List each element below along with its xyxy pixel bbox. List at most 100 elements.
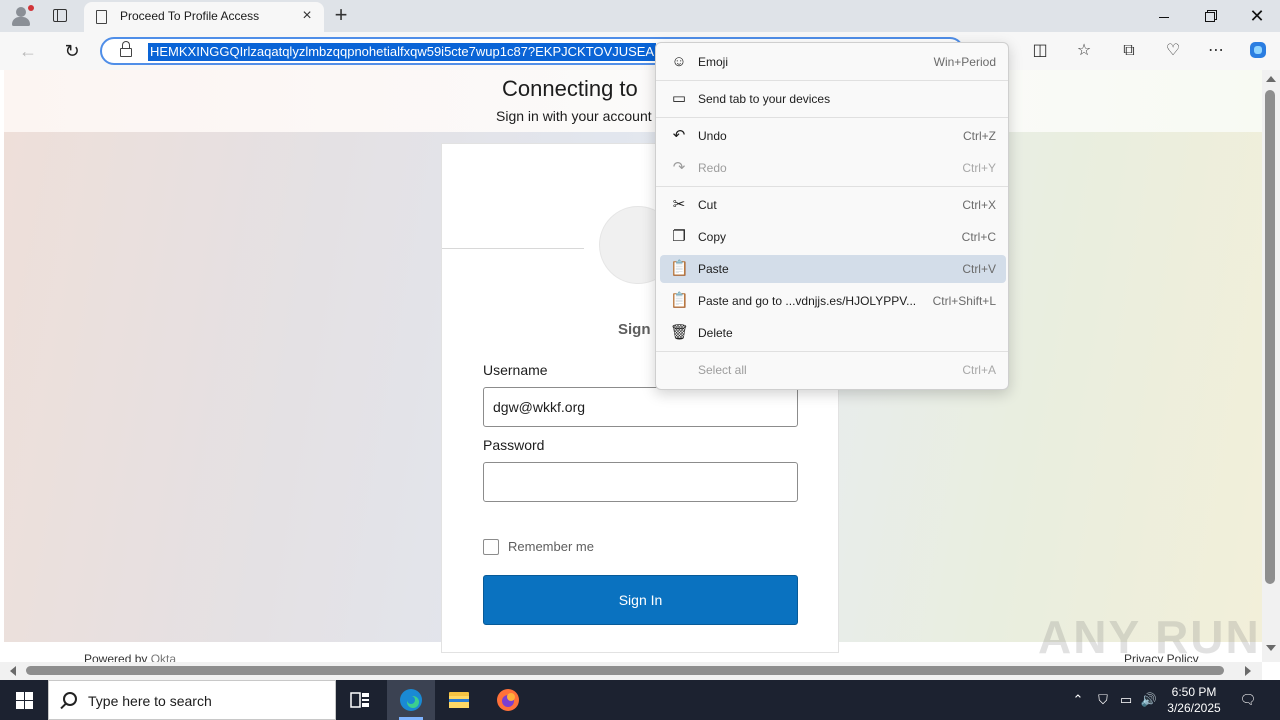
menu-item-paste-and-go[interactable]: 📋 Paste and go to ...vdnjjs.es/HJOLYPPV.…	[660, 287, 1006, 315]
menu-item-shortcut: Win+Period	[933, 55, 996, 69]
vertical-scroll-thumb[interactable]	[1265, 90, 1275, 584]
taskbar-search[interactable]: Type here to search	[48, 680, 336, 720]
notifications-icon[interactable]: 🗨	[1238, 692, 1258, 708]
task-view-icon[interactable]	[336, 680, 384, 720]
volume-icon[interactable]: 🔊	[1140, 692, 1158, 708]
username-field[interactable]	[483, 387, 798, 427]
clipboard-go-icon: 📋	[670, 292, 689, 309]
undo-icon: ↶	[672, 127, 686, 144]
network-icon[interactable]: ▭	[1117, 692, 1135, 708]
redo-icon: ↷	[672, 159, 686, 176]
trash-icon: 🗑	[670, 324, 690, 341]
web-viewport: Connecting to Sign in with your account …	[0, 70, 1280, 680]
clock[interactable]: 6:50 PM 3/26/2025	[1158, 684, 1230, 716]
favorites-icon[interactable]: ☆	[1072, 39, 1096, 63]
windows-start-icon[interactable]	[0, 680, 48, 720]
horizontal-scrollbar[interactable]	[0, 662, 1262, 680]
username-label: Username	[483, 362, 548, 378]
scroll-right-icon[interactable]	[1245, 666, 1251, 676]
browser-toolbar: ← ↻ HEMKXINGGQIrlzaqatqlyzlmbzqqpnohetia…	[0, 32, 1280, 70]
collections-icon[interactable]: ⧉	[1117, 39, 1141, 63]
menu-item-emoji[interactable]: ☺ Emoji Win+Period	[660, 48, 1006, 76]
context-menu: ☺ Emoji Win+Period ▭ Send tab to your de…	[655, 42, 1009, 390]
browser-essentials-icon[interactable]: ♡	[1161, 39, 1185, 63]
firefox-icon[interactable]	[484, 680, 532, 720]
edge-icon[interactable]	[387, 680, 435, 720]
menu-item-select-all: Select all Ctrl+A	[660, 356, 1006, 384]
password-label: Password	[483, 437, 545, 453]
menu-item-copy[interactable]: ❐ Copy Ctrl+C	[660, 223, 1006, 251]
menu-item-label: Delete	[698, 326, 733, 340]
lock-icon[interactable]	[120, 41, 132, 57]
tab-active[interactable]: Proceed To Profile Access ×	[84, 2, 324, 32]
menu-item-shortcut: Ctrl+Y	[962, 161, 996, 175]
menu-item-shortcut: Ctrl+X	[962, 198, 996, 212]
menu-item-label: Select all	[698, 363, 747, 377]
page-subtitle: Sign in with your account	[496, 108, 652, 124]
scissors-icon: ✂	[672, 196, 686, 213]
remember-me-checkbox[interactable]	[483, 539, 499, 555]
show-hidden-icons-icon[interactable]: ⌃	[1070, 692, 1086, 708]
search-icon	[63, 692, 77, 706]
new-tab-button[interactable]: +	[330, 4, 352, 26]
reload-icon[interactable]: ↻	[58, 37, 86, 65]
tab-close-icon[interactable]: ×	[298, 7, 316, 25]
menu-item-paste[interactable]: 📋 Paste Ctrl+V	[660, 255, 1006, 283]
close-window-button[interactable]: ✕	[1234, 0, 1280, 32]
menu-item-shortcut: Ctrl+Shift+L	[932, 294, 996, 308]
clipboard-icon: 📋	[670, 260, 689, 277]
horizontal-scroll-thumb[interactable]	[26, 666, 1224, 675]
menu-item-label: Cut	[698, 198, 717, 212]
menu-item-shortcut: Ctrl+C	[961, 230, 996, 244]
anyrun-watermark: ANY RUN	[1038, 611, 1261, 663]
menu-item-shortcut: Ctrl+A	[962, 363, 996, 377]
menu-item-label: Emoji	[698, 55, 729, 69]
tab-title: Proceed To Profile Access	[120, 9, 260, 23]
password-field[interactable]	[483, 462, 798, 502]
copy-icon: ❐	[672, 228, 686, 245]
menu-item-cut[interactable]: ✂ Cut Ctrl+X	[660, 191, 1006, 219]
scroll-up-icon[interactable]	[1266, 76, 1276, 82]
menu-separator	[656, 80, 1008, 81]
minimize-button[interactable]	[1141, 0, 1187, 32]
taskbar: Type here to search ⌃ ⛉ ▭ 🔊 6:50 PM 3/26…	[0, 680, 1280, 720]
menu-item-label: Copy	[698, 230, 727, 244]
remember-me-label[interactable]: Remember me	[508, 539, 594, 554]
more-icon[interactable]: ⋯	[1204, 39, 1228, 63]
menu-item-label: Redo	[698, 161, 727, 175]
scroll-left-icon[interactable]	[10, 666, 16, 676]
url-text[interactable]: HEMKXINGGQIrlzaqatqlyzlmbzqqpnohetialfxq…	[148, 43, 657, 61]
page-icon	[96, 10, 107, 24]
split-screen-icon[interactable]: ◫	[1028, 39, 1052, 63]
page-title: Connecting to	[502, 76, 638, 101]
menu-item-shortcut: Ctrl+Z	[963, 129, 996, 143]
copilot-icon[interactable]	[1246, 39, 1270, 63]
maximize-icon	[1205, 12, 1215, 23]
scroll-down-icon[interactable]	[1266, 645, 1276, 651]
menu-item-redo: ↷ Redo Ctrl+Y	[660, 154, 1006, 182]
tab-actions-icon[interactable]	[50, 6, 70, 26]
menu-item-label: Paste	[698, 262, 729, 276]
device-icon: ▭	[671, 90, 687, 107]
emoji-icon: ☺	[671, 53, 687, 70]
menu-item-send-tab[interactable]: ▭ Send tab to your devices	[660, 85, 1006, 113]
security-icon[interactable]: ⛉	[1094, 692, 1112, 708]
menu-item-label: Send tab to your devices	[698, 92, 831, 106]
menu-item-undo[interactable]: ↶ Undo Ctrl+Z	[660, 122, 1006, 150]
search-placeholder: Type here to search	[88, 693, 212, 709]
clock-date: 3/26/2025	[1167, 701, 1221, 715]
menu-item-label: Undo	[698, 129, 727, 143]
menu-item-shortcut: Ctrl+V	[962, 262, 996, 276]
menu-separator	[656, 117, 1008, 118]
menu-separator	[656, 186, 1008, 187]
divider	[442, 248, 584, 249]
profile-icon[interactable]	[10, 5, 34, 27]
vertical-scrollbar[interactable]	[1262, 70, 1280, 662]
sign-in-button[interactable]: Sign In	[483, 575, 798, 625]
menu-item-label: Paste and go to ...vdnjjs.es/HJOLYPPV...	[698, 294, 917, 308]
menu-separator	[656, 351, 1008, 352]
back-icon[interactable]: ←	[14, 37, 42, 65]
menu-item-delete[interactable]: 🗑 Delete	[660, 319, 1006, 347]
maximize-button[interactable]	[1187, 0, 1233, 32]
file-explorer-icon[interactable]	[435, 680, 483, 720]
